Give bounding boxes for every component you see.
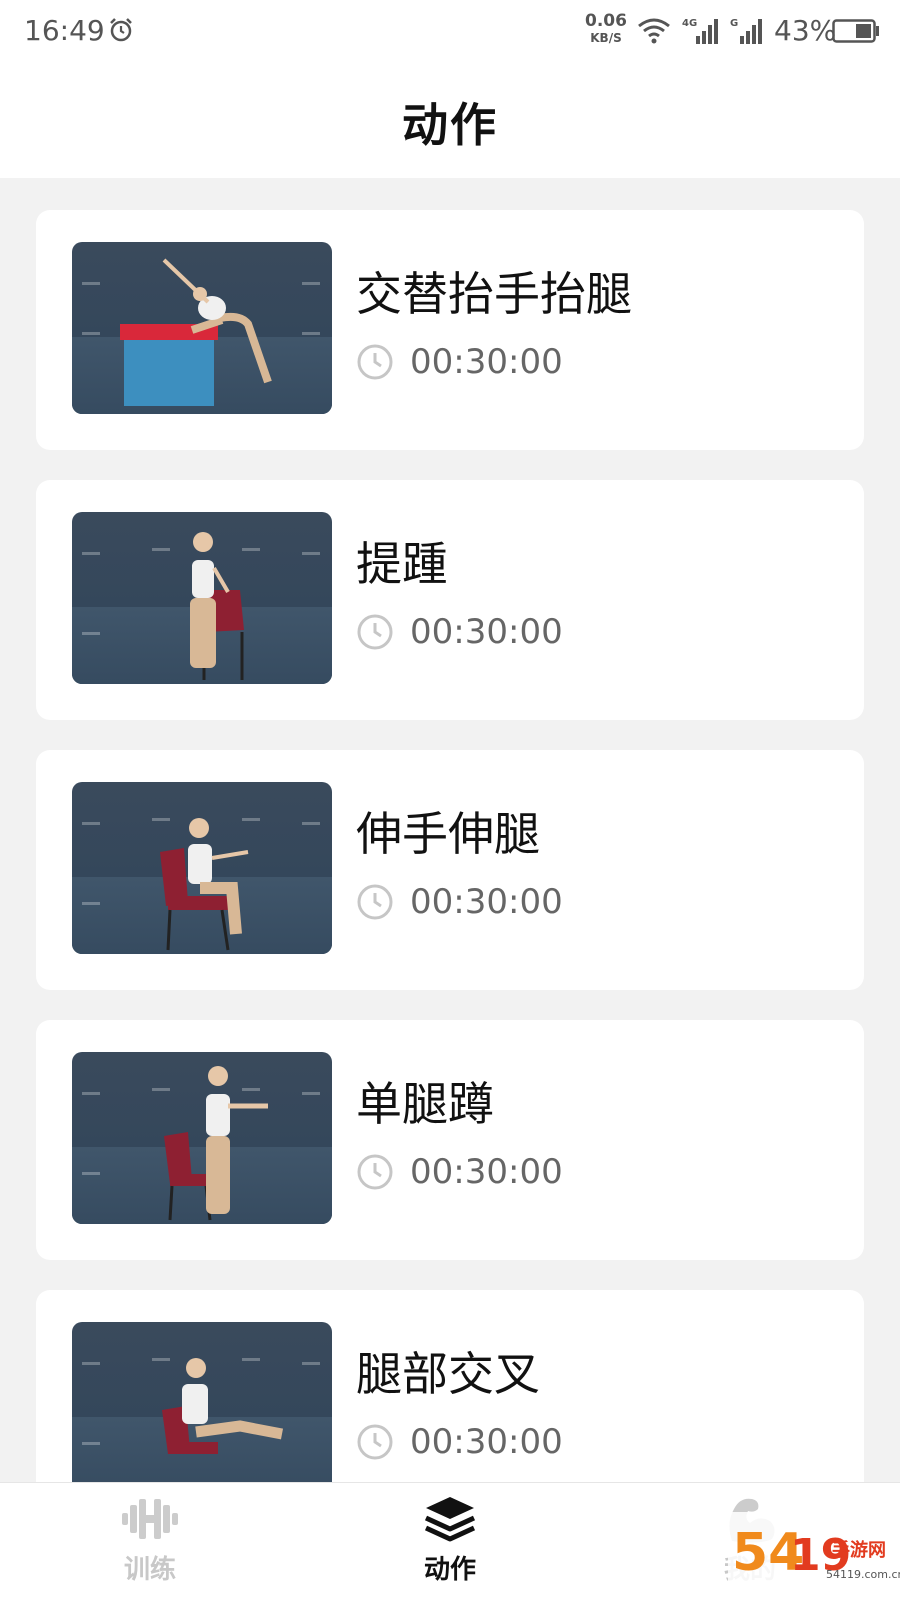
network-speed-unit: KB/S [590,31,622,45]
exercise-thumbnail [72,512,332,684]
layers-icon [424,1497,476,1542]
duration-text: 00:30:00 [410,342,563,382]
exercise-duration: 00:30:00 [356,342,563,382]
wifi-icon [638,18,670,44]
nav-label-actions: 动作 [423,1555,476,1585]
exercise-thumbnail [72,1322,332,1482]
battery-icon [832,19,879,43]
exercise-card[interactable]: 腿部交叉 00:30:00 [36,1290,864,1482]
battery-percent: 43% [774,14,837,47]
dumbbell-icon [122,1499,178,1539]
clock-icon [357,884,393,920]
exercise-duration: 00:30:00 [356,1152,563,1192]
clock-icon [357,614,393,650]
duration-text: 00:30:00 [410,882,563,922]
exercise-duration: 00:30:00 [356,612,563,652]
duration-text: 00:30:00 [410,612,563,652]
exercise-title: 单腿蹲 [356,1077,494,1131]
exercise-thumbnail [72,242,332,414]
signal1-label: 4G [682,18,697,29]
signal-4g-icon: 4G [682,18,718,44]
status-time: 16:49 [24,14,105,47]
nav-item-actions[interactable]: 动作 [300,1483,600,1600]
svg-text:54119.com.cn: 54119.com.cn [826,1568,900,1581]
signal2-label: G [730,18,738,29]
status-bar: 16:49 0.06 KB/S 4G G 43% [0,0,900,66]
network-speed: 0.06 KB/S [584,11,628,45]
svg-text:手游网: 手游网 [832,1539,886,1561]
exercise-thumbnail [72,1052,332,1224]
duration-text: 00:30:00 [410,1152,563,1192]
page-header: 动作 [0,66,900,178]
network-speed-value: 0.06 [585,11,627,31]
app-screen: 16:49 0.06 KB/S 4G G 43% 动作 交替抬手抬腿 00:30… [0,0,900,1600]
nav-item-training[interactable]: 训练 [0,1483,300,1600]
signal-icon: G [730,18,762,44]
exercise-list[interactable]: 交替抬手抬腿 00:30:00 提踵 00:30:00 伸手伸腿 00:30:0… [0,178,900,1482]
exercise-title: 提踵 [356,537,448,591]
exercise-card[interactable]: 伸手伸腿 00:30:00 [36,750,864,990]
nav-label-training: 训练 [123,1555,176,1585]
exercise-duration: 00:30:00 [356,1422,563,1462]
duration-text: 00:30:00 [410,1422,563,1462]
alarm-icon [110,18,132,42]
exercise-card[interactable]: 单腿蹲 00:30:00 [36,1020,864,1260]
exercise-card[interactable]: 提踵 00:30:00 [36,480,864,720]
clock-icon [357,1154,393,1190]
exercise-card[interactable]: 交替抬手抬腿 00:30:00 [36,210,864,450]
exercise-title: 腿部交叉 [356,1347,540,1401]
page-title: 动作 [402,98,498,152]
clock-icon [357,1424,393,1460]
exercise-title: 交替抬手抬腿 [356,267,632,321]
clock-icon [357,344,393,380]
exercise-duration: 00:30:00 [356,882,563,922]
exercise-thumbnail [72,782,332,954]
watermark-logo: 54 19 手游网 54119.com.cn [728,1512,900,1600]
exercise-title: 伸手伸腿 [356,807,540,861]
